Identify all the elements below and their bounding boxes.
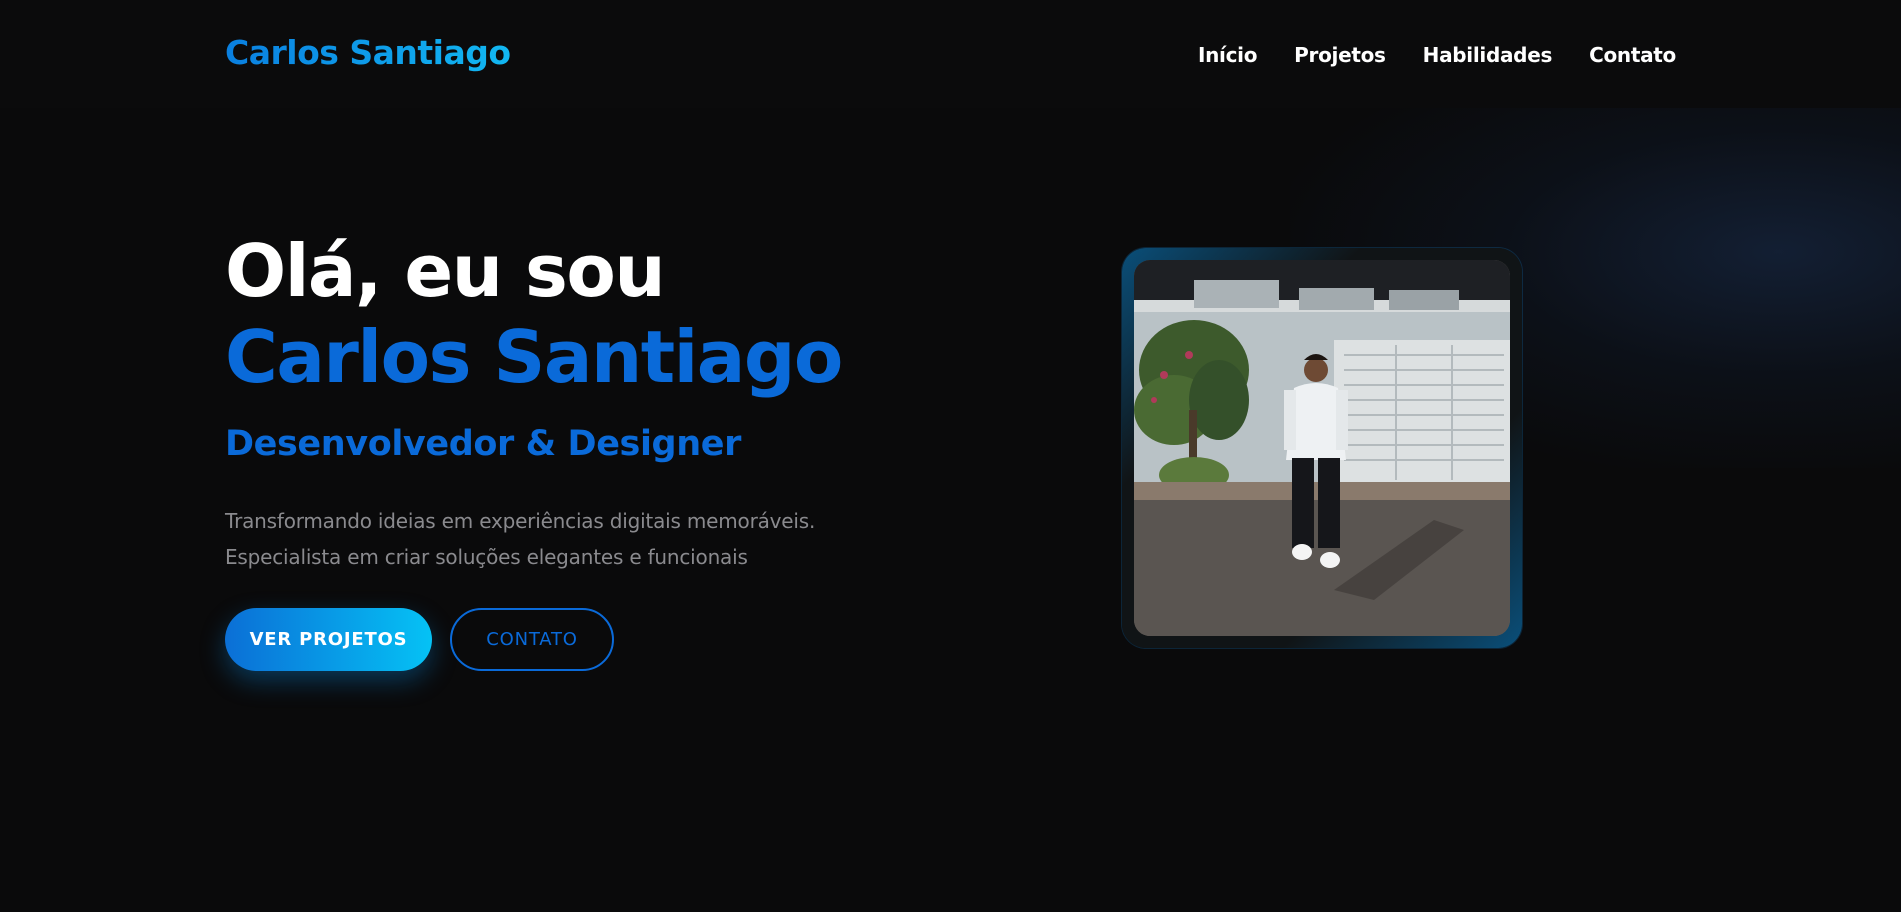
- view-projects-button[interactable]: VER PROJETOS: [225, 608, 432, 671]
- nav-link-inicio[interactable]: Início: [1198, 43, 1257, 67]
- hero-greeting: Olá, eu sou: [225, 229, 666, 313]
- navbar: Carlos Santiago Início Projetos Habilida…: [0, 0, 1901, 108]
- brand-logo[interactable]: Carlos Santiago: [225, 33, 511, 72]
- profile-photo: [1134, 260, 1510, 636]
- hero-name: Carlos Santiago: [225, 315, 843, 399]
- main-nav: Início Projetos Habilidades Contato: [1198, 43, 1676, 67]
- hero-description-line-1: Transformando ideias em experiências dig…: [225, 509, 816, 533]
- profile-photo-card: [1122, 248, 1522, 648]
- hero-description-line-2: Especialista em criar soluções elegantes…: [225, 545, 748, 569]
- contact-button[interactable]: CONTATO: [450, 608, 614, 671]
- nav-link-contato[interactable]: Contato: [1589, 43, 1676, 67]
- portfolio-page: Carlos Santiago Início Projetos Habilida…: [0, 0, 1901, 912]
- hero-title: Olá, eu sou Carlos Santiago: [225, 228, 925, 400]
- profile-photo-illustration: [1134, 260, 1510, 636]
- hero-description: Transformando ideias em experiências dig…: [225, 503, 865, 575]
- hero-subtitle: Desenvolvedor & Designer: [225, 424, 741, 464]
- nav-link-projetos[interactable]: Projetos: [1294, 43, 1386, 67]
- nav-link-habilidades[interactable]: Habilidades: [1423, 43, 1553, 67]
